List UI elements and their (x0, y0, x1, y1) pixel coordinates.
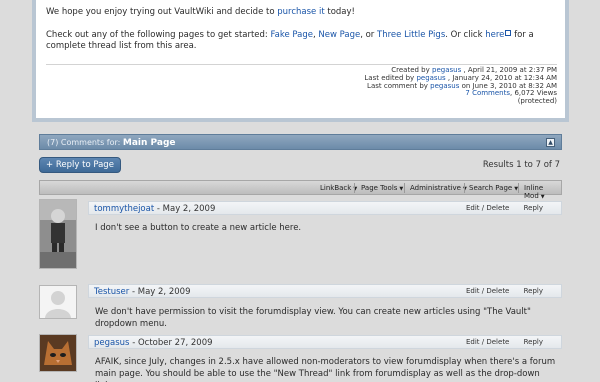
comment-author-link[interactable]: Testuser (94, 287, 129, 297)
intro-text: We hope you enjoy trying out VaultWiki a… (46, 7, 275, 17)
inline-mod-menu[interactable]: Inline Mod ▼ (524, 184, 561, 200)
intro-paragraph: We hope you enjoy trying out VaultWiki a… (46, 7, 355, 18)
search-page-menu[interactable]: Search Page ▼ (469, 184, 518, 192)
comment-user-link[interactable]: pegasus (430, 82, 459, 90)
getting-started-text: Check out any of the following pages to … (46, 30, 268, 40)
avatar[interactable] (39, 334, 77, 372)
new-page-link[interactable]: New Page (318, 30, 360, 40)
created-user-link[interactable]: pegasus (432, 66, 461, 74)
comment-author-link[interactable]: tommythejoat (94, 204, 154, 214)
comment-author-link[interactable]: pegasus (94, 338, 129, 348)
comments-count-label: (7) Comments for: (47, 138, 121, 147)
comments-header: (7) Comments for: Main Page ▲ (39, 134, 562, 150)
toolbar-separator (354, 183, 355, 193)
comment-date: - May 2, 2009 (156, 204, 216, 214)
results-count: Results 1 to 7 of 7 (482, 160, 560, 170)
toolbar-separator (518, 183, 519, 193)
cat-photo-avatar (40, 335, 76, 371)
comment-body: AFAIK, since July, changes in 2.5.x have… (95, 357, 556, 382)
toolbar-separator (464, 183, 465, 193)
comment-header: Testuser - May 2, 2009 Edit / Delete Rep… (88, 284, 562, 298)
intro-suffix: today! (327, 7, 355, 17)
external-link-icon (505, 30, 512, 36)
edited-user-link[interactable]: pegasus (416, 74, 445, 82)
comment-header: tommythejoat - May 2, 2009 Edit / Delete… (88, 201, 562, 215)
comments-count-link[interactable]: 7 Comments (465, 89, 510, 97)
caret-down-icon: ▼ (540, 194, 545, 200)
here-link[interactable]: here (485, 30, 504, 40)
comment-header: pegasus - October 27, 2009 Edit / Delete… (88, 335, 562, 349)
comment-actions: Edit / Delete Reply (454, 287, 543, 295)
linkback-menu[interactable]: LinkBack ▼ (320, 184, 357, 192)
reply-link[interactable]: Reply (524, 338, 543, 346)
comment-body: We don't have permission to visit the fo… (95, 307, 531, 329)
administrative-menu[interactable]: Administrative▼ (410, 184, 467, 192)
or-click-text: . Or click (445, 30, 483, 40)
child-photo-avatar (40, 200, 76, 268)
collapse-icon[interactable]: ▲ (546, 138, 555, 147)
reply-link[interactable]: Reply (524, 287, 543, 295)
link-separator: , (312, 30, 316, 40)
page-toolbar: LinkBack▼ Page Tools▼ Administrative▼ Se… (39, 180, 562, 200)
article-panel: We hope you enjoy trying out VaultWiki a… (32, 0, 569, 122)
comment-actions: Edit / Delete Reply (454, 338, 543, 346)
edit-delete-link[interactable]: Edit / Delete (466, 287, 509, 295)
three-little-pigs-link[interactable]: Three Little Pigs (377, 30, 445, 40)
comment-date: - May 2, 2009 (131, 287, 191, 297)
edit-delete-link[interactable]: Edit / Delete (466, 338, 509, 346)
purchase-link[interactable]: purchase it (277, 7, 324, 17)
reply-link[interactable]: Reply (524, 204, 543, 212)
page-tools-menu[interactable]: Page Tools ▼ (361, 184, 403, 192)
divider (46, 64, 557, 65)
edit-delete-link[interactable]: Edit / Delete (466, 204, 509, 212)
comment-actions: Edit / Delete Reply (454, 204, 543, 212)
default-user-icon (40, 286, 76, 318)
comments-page-title: Main Page (122, 138, 176, 148)
avatar[interactable] (39, 199, 77, 269)
toolbar-separator (404, 183, 405, 193)
link-separator: , or (360, 30, 375, 40)
article-meta: Created by pegasus , April 21, 2009 at 2… (364, 66, 557, 106)
fake-page-link[interactable]: Fake Page (271, 30, 313, 40)
reply-to-page-button[interactable]: + Reply to Page (39, 157, 121, 173)
getting-started-paragraph: Check out any of the following pages to … (46, 30, 556, 52)
caret-down-icon: ▼ (399, 186, 404, 192)
avatar[interactable] (39, 285, 77, 319)
comment-body: I don't see a button to create a new art… (95, 223, 302, 233)
comment-date: - October 27, 2009 (132, 338, 213, 348)
protected-status: (protected) (517, 97, 557, 106)
